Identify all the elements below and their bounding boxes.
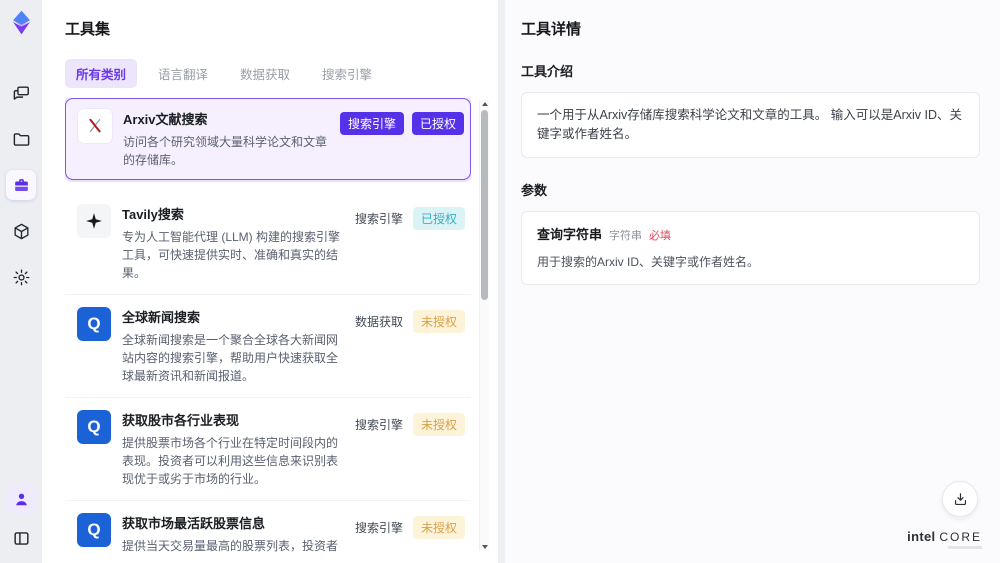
arxiv-icon xyxy=(78,109,112,143)
tavily-sparkle-icon xyxy=(77,204,111,238)
category-label: 数据获取 xyxy=(354,315,403,329)
tool-desc: 访问各个研究领域大量科学论文和文章的存储库。 xyxy=(123,135,328,167)
param-desc: 用于搜索的Arxiv ID、关键字或作者姓名。 xyxy=(537,255,760,269)
tool-name: Arxiv文献搜索 xyxy=(123,112,208,127)
tool-row-arxiv[interactable]: Arxiv文献搜索 访问各个研究领域大量科学论文和文章的存储库。 搜索引擎 已授… xyxy=(65,98,471,180)
tab-data-fetch[interactable]: 数据获取 xyxy=(229,59,301,88)
intro-heading: 工具介绍 xyxy=(521,64,574,79)
category-tabs: 所有类别 语言翻译 数据获取 搜索引擎 xyxy=(65,59,498,88)
param-required-flag: 必填 xyxy=(649,229,672,242)
intro-text: 一个用于从Arxiv存储库搜索科学论文和文章的工具。 输入可以是Arxiv ID… xyxy=(537,108,963,141)
chat-icon[interactable] xyxy=(6,78,36,108)
intel-wordmark: intel xyxy=(907,529,936,544)
tool-name: Tavily搜索 xyxy=(122,207,184,222)
app-logo-icon xyxy=(8,9,35,36)
tool-name: 获取股市各行业表现 xyxy=(122,413,240,428)
status-badge-unauthorized: 未授权 xyxy=(412,310,465,333)
params-heading: 参数 xyxy=(521,182,548,198)
download-button[interactable] xyxy=(942,481,978,517)
intro-card: 一个用于从Arxiv存储库搜索科学论文和文章的工具。 输入可以是Arxiv ID… xyxy=(521,92,980,158)
list-scrollbar[interactable] xyxy=(479,100,489,551)
param-card: 查询字符串 字符串 必填 用于搜索的Arxiv ID、关键字或作者姓名。 xyxy=(521,210,980,285)
page-title: 工具集 xyxy=(65,21,111,38)
detail-title: 工具详情 xyxy=(521,21,582,38)
intel-core-logo: intel core xyxy=(907,529,982,549)
tab-search-engine[interactable]: 搜索引擎 xyxy=(311,59,383,88)
param-name: 查询字符串 xyxy=(537,226,603,242)
tool-row-active-stocks[interactable]: Q 获取市场最活跃股票信息 提供当天交易量最高的股票列表，投资者可以利用这些信息… xyxy=(65,501,471,553)
rail-nav xyxy=(6,78,36,292)
scroll-down-icon[interactable] xyxy=(482,545,488,549)
tool-desc: 专为人工智能代理 (LLM) 构建的搜索引擎工具，可快速提供实时、准确和真实的结… xyxy=(122,230,341,280)
tool-name: 全球新闻搜索 xyxy=(122,310,201,325)
cube-icon[interactable] xyxy=(6,216,36,246)
status-badge-unauthorized: 未授权 xyxy=(412,413,465,436)
brand-underline xyxy=(948,546,982,549)
tool-row-stock-sectors[interactable]: Q 获取股市各行业表现 提供股票市场各个行业在特定时间段内的表现。投资者可以利用… xyxy=(65,398,471,501)
scrollbar-thumb[interactable] xyxy=(481,110,488,300)
tool-list-panel: 工具集 所有类别 语言翻译 数据获取 搜索引擎 Arxiv文献搜索 访问各个研究… xyxy=(42,0,498,563)
app-window: 工具集 所有类别 语言翻译 数据获取 搜索引擎 Arxiv文献搜索 访问各个研究… xyxy=(0,0,1000,563)
category-label: 搜索引擎 xyxy=(354,212,403,226)
tool-row-global-news[interactable]: Q 全球新闻搜索 全球新闻搜索是一个聚合全球各大新闻网站内容的搜索引擎，帮助用户… xyxy=(65,295,471,398)
tab-language-translation[interactable]: 语言翻译 xyxy=(147,59,219,88)
scroll-up-icon[interactable] xyxy=(482,102,488,106)
blue-q-icon: Q xyxy=(77,410,111,444)
folder-icon[interactable] xyxy=(6,124,36,154)
category-label: 搜索引擎 xyxy=(354,521,403,535)
status-badge-authorized: 已授权 xyxy=(412,207,465,230)
param-type: 字符串 xyxy=(609,229,643,242)
left-rail xyxy=(0,0,42,563)
tool-list: Arxiv文献搜索 访问各个研究领域大量科学论文和文章的存储库。 搜索引擎 已授… xyxy=(65,98,489,553)
status-badge-authorized: 已授权 xyxy=(411,112,464,135)
tool-desc: 全球新闻搜索是一个聚合全球各大新闻网站内容的搜索引擎，帮助用户快速获取全球最新资… xyxy=(122,333,339,383)
category-badge: 搜索引擎 xyxy=(339,112,404,135)
tool-row-tavily[interactable]: Tavily搜索 专为人工智能代理 (LLM) 构建的搜索引擎工具，可快速提供实… xyxy=(65,192,471,295)
settings-gear-icon[interactable] xyxy=(6,262,36,292)
core-wordmark: core xyxy=(939,530,982,544)
toolbox-icon-active-nav[interactable] xyxy=(6,170,36,200)
rail-bottom xyxy=(6,484,36,553)
user-avatar-icon[interactable] xyxy=(6,484,36,514)
tool-desc: 提供股票市场各个行业在特定时间段内的表现。投资者可以利用这些信息来识别表现优于或… xyxy=(122,436,339,486)
blue-q-icon: Q xyxy=(77,307,111,341)
category-label: 搜索引擎 xyxy=(354,418,403,432)
tool-desc: 提供当天交易量最高的股票列表，投资者可以利用这些信息来识别流动性强的股票和潜在的… xyxy=(122,539,339,553)
collapse-panel-icon[interactable] xyxy=(6,523,36,553)
tool-detail-panel: 工具详情 工具介绍 一个用于从Arxiv存储库搜索科学论文和文章的工具。 输入可… xyxy=(505,0,1000,563)
tab-all-categories[interactable]: 所有类别 xyxy=(65,59,138,88)
status-badge-unauthorized: 未授权 xyxy=(412,516,465,539)
blue-q-icon: Q xyxy=(77,513,111,547)
download-icon xyxy=(954,492,966,505)
tool-name: 获取市场最活跃股票信息 xyxy=(122,516,266,531)
